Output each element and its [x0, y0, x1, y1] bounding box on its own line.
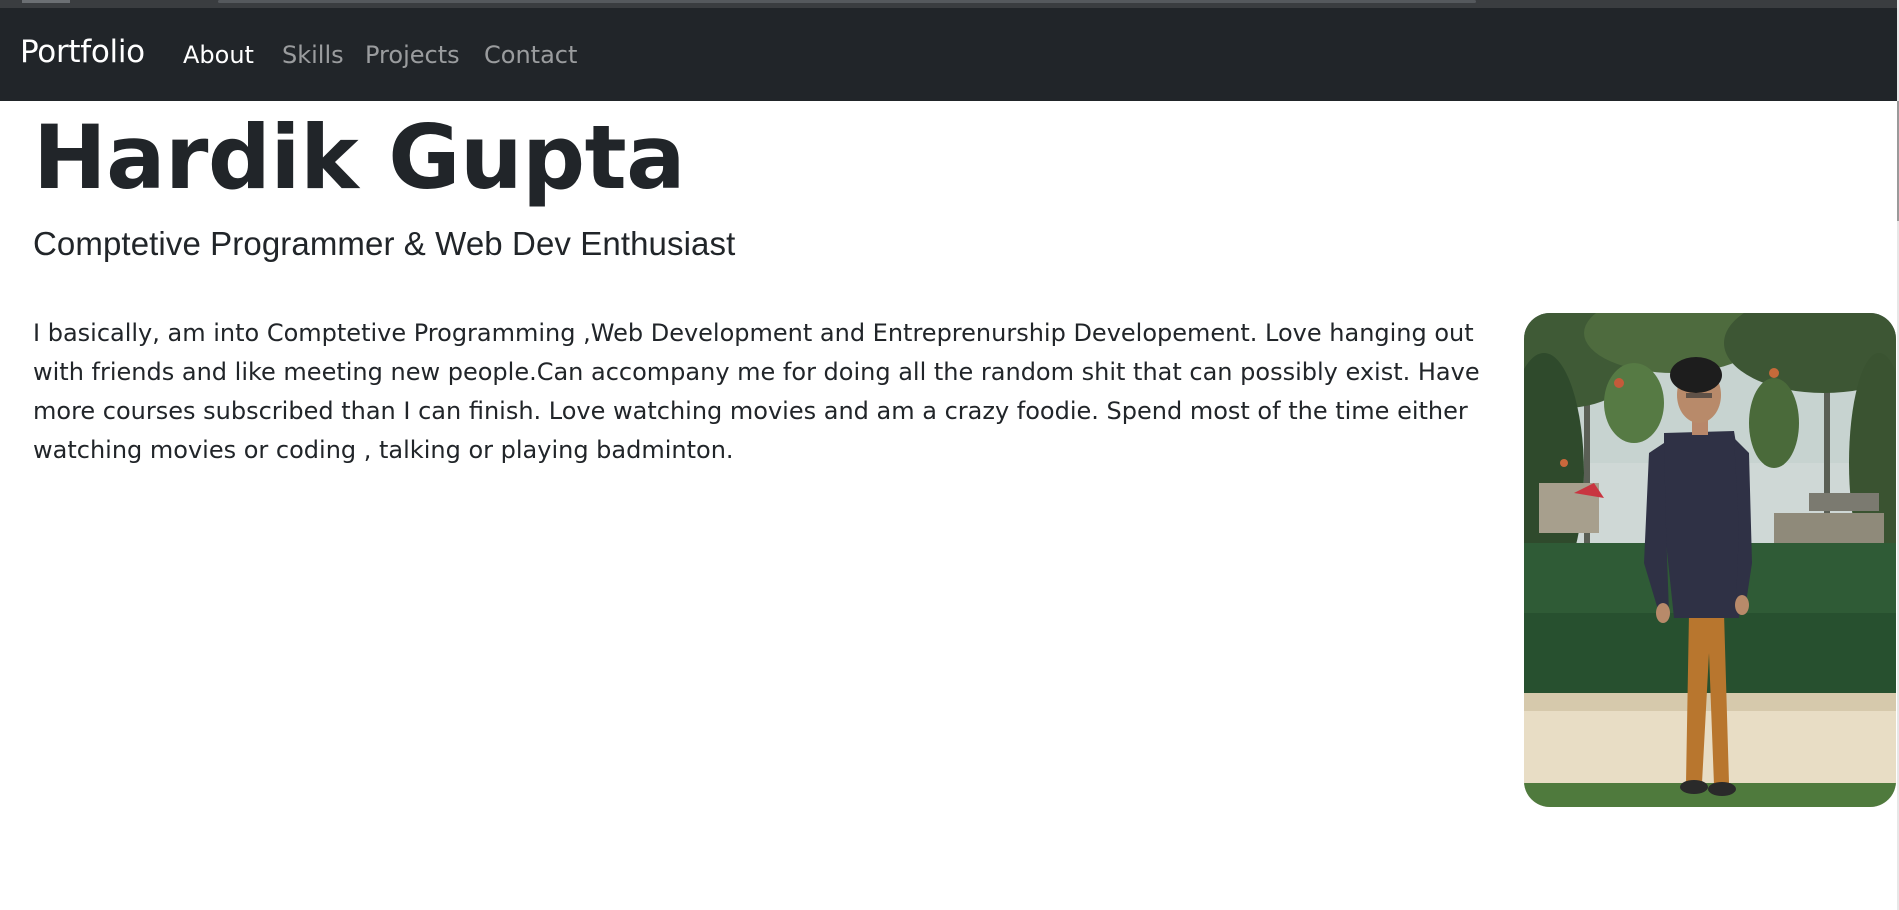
- browser-tab-indicator: [22, 0, 70, 3]
- navbar: Portfolio About Skills Projects Contact: [0, 8, 1899, 101]
- nav-link-projects[interactable]: Projects: [365, 43, 460, 67]
- nav-link-about[interactable]: About: [183, 43, 254, 67]
- nav-link-skills[interactable]: Skills: [282, 43, 344, 67]
- page-subtitle: Comptetive Programmer & Web Dev Enthusia…: [33, 225, 736, 262]
- browser-top-strip: [0, 0, 1899, 8]
- profile-photo-image: [1524, 313, 1896, 807]
- page-title: Hardik Gupta: [33, 106, 686, 209]
- about-paragraph: I basically, am into Comptetive Programm…: [33, 319, 1480, 464]
- profile-photo: [1524, 313, 1896, 807]
- nav-link-contact[interactable]: Contact: [484, 43, 577, 67]
- browser-address-bar-edge: [218, 0, 1476, 3]
- navbar-brand[interactable]: Portfolio: [20, 37, 145, 68]
